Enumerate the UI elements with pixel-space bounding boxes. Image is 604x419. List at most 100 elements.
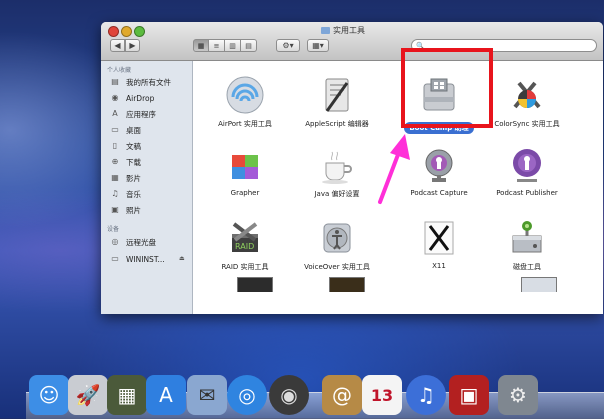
folder-icon	[321, 27, 330, 34]
app-label: Java 偏好设置	[314, 190, 360, 198]
directory-utility-icon[interactable]	[521, 277, 557, 292]
list-view-button[interactable]: ≡	[209, 39, 225, 52]
itunes-icon[interactable]: ♫	[406, 375, 446, 415]
sidebar-item-desktop[interactable]: ▭ 桌面	[110, 123, 141, 137]
app-label: X11	[432, 262, 446, 270]
arrow-annotation	[378, 134, 410, 204]
colorsync-icon	[507, 75, 547, 115]
app-label: ColorSync 实用工具	[494, 120, 560, 128]
icon-view-button[interactable]: ▦	[193, 39, 209, 52]
sidebar-item-documents[interactable]: ▯ 文稿	[110, 139, 141, 153]
app-label: 磁盘工具	[513, 263, 541, 271]
console-icon[interactable]	[329, 277, 365, 292]
sidebar-item-photos[interactable]: ▣ 照片	[110, 203, 141, 217]
forward-button[interactable]: ▶	[125, 39, 140, 52]
app-label: AirPort 实用工具	[218, 120, 272, 128]
app-podcast-publisher[interactable]: Podcast Publisher	[479, 145, 575, 197]
app-store-icon[interactable]: A	[146, 375, 186, 415]
svg-text:RAID: RAID	[235, 242, 254, 251]
view-mode-segmented-control: ▦ ≡ ▥ ▤	[193, 39, 257, 52]
sidebar-item-label: 我的所有文件	[126, 77, 171, 87]
drive-icon: ▭	[111, 254, 119, 263]
airdrop-icon: ◉	[111, 93, 119, 102]
sidebar-item-downloads[interactable]: ⊕ 下载	[110, 155, 141, 169]
app-voiceover[interactable]: VoiceOver 实用工具	[289, 218, 385, 272]
disk-utility-icon	[507, 218, 547, 258]
sidebar-item-all-files[interactable]: ▤ 我的所有文件	[110, 75, 171, 89]
sidebar-item-label: 桌面	[126, 125, 141, 135]
preview-icon[interactable]: ✉	[187, 375, 227, 415]
remote-disc-icon: ◎	[111, 237, 119, 246]
finder-window: 实用工具 ◀ ▶ ▦ ≡ ▥ ▤ ⚙▾ ▦▾ 🔍 个人收藏 ▤ 我的所有文件 ◉ Ai…	[101, 22, 603, 314]
documents-icon: ▯	[112, 141, 118, 150]
desktop-icon: ▭	[111, 125, 119, 134]
applescript-editor-icon	[317, 75, 357, 115]
grapher-icon	[225, 145, 265, 185]
sidebar-item-label: 下载	[126, 157, 141, 167]
cover-flow-view-button[interactable]: ▤	[241, 39, 257, 52]
applications-icon: A	[112, 109, 118, 118]
sidebar-item-label: 影片	[126, 173, 141, 183]
sidebar-item-label: WININST...	[126, 254, 165, 264]
app-applescript-editor[interactable]: AppleScript 编辑器	[289, 75, 385, 129]
back-button[interactable]: ◀	[110, 39, 125, 52]
launchpad-icon[interactable]: 🚀	[68, 375, 108, 415]
minimize-window-button[interactable]	[121, 26, 132, 37]
finder-icon[interactable]: ☺	[29, 375, 69, 415]
sidebar-item-movies[interactable]: ▦ 影片	[110, 171, 141, 185]
sidebar-item-label: 音乐	[126, 189, 141, 199]
app-label: RAID 实用工具	[221, 263, 269, 271]
favorites-header: 个人收藏	[107, 67, 132, 74]
all-files-icon: ▤	[111, 77, 119, 86]
sidebar-item-airdrop[interactable]: ◉ AirDrop	[110, 91, 155, 105]
eject-icon[interactable]: ⏏	[179, 255, 185, 262]
zoom-window-button[interactable]	[134, 26, 145, 37]
sidebar-item-label: 文稿	[126, 141, 141, 151]
app-disk-utility[interactable]: 磁盘工具	[479, 218, 575, 272]
raid-utility-icon: RAID	[225, 218, 265, 258]
app-label: VoiceOver 实用工具	[304, 263, 370, 271]
music-icon: ♫	[111, 189, 119, 198]
photos-icon: ▣	[111, 205, 119, 214]
sidebar-item-label: 照片	[126, 205, 141, 215]
contacts-icon[interactable]: @	[322, 375, 362, 415]
app-raid-utility[interactable]: RAID RAID 实用工具	[197, 218, 293, 272]
app-label: AppleScript 编辑器	[305, 120, 369, 128]
java-icon	[317, 145, 357, 185]
app-colorsync[interactable]: ColorSync 实用工具	[479, 75, 575, 129]
sidebar-item-label: AirDrop	[126, 93, 155, 103]
action-menu-button[interactable]: ⚙▾	[276, 39, 300, 52]
sidebar: 个人收藏 ▤ 我的所有文件 ◉ AirDrop A 应用程序 ▭ 桌面 ▯ 文稿 ⊕ 下载 ▦ 影片 ♫ 音乐…	[101, 61, 193, 314]
sidebar-item-label: 应用程序	[126, 109, 156, 119]
app-label: Grapher	[230, 189, 260, 197]
podcast-capture-icon	[419, 145, 459, 185]
activity-monitor-icon[interactable]	[237, 277, 273, 292]
safari-icon[interactable]: ◎	[227, 375, 267, 415]
downloads-icon: ⊕	[111, 157, 119, 166]
window-title: 实用工具	[321, 25, 365, 36]
arrange-menu-button[interactable]: ▦▾	[307, 39, 329, 52]
toolbar: 实用工具 ◀ ▶ ▦ ≡ ▥ ▤ ⚙▾ ▦▾ 🔍	[101, 22, 603, 61]
movies-icon: ▦	[111, 173, 119, 182]
sidebar-item-drive[interactable]: ▭ WININST...	[110, 252, 165, 266]
mission-control-icon[interactable]: ▦	[107, 375, 147, 415]
highlight-box	[401, 48, 493, 128]
sidebar-item-label: 远程光盘	[126, 237, 156, 247]
system-preferences-icon[interactable]: ⚙	[498, 375, 538, 415]
voiceover-icon	[317, 218, 357, 258]
app-label: Podcast Publisher	[496, 189, 558, 197]
column-view-button[interactable]: ▥	[225, 39, 241, 52]
photo-booth-icon[interactable]: ▣	[449, 375, 489, 415]
sidebar-item-music[interactable]: ♫ 音乐	[110, 187, 141, 201]
app-grapher[interactable]: Grapher	[197, 145, 293, 197]
sidebar-item-remote-disc[interactable]: ◎ 远程光盘	[110, 235, 157, 249]
facetime-icon[interactable]: ◉	[269, 375, 309, 415]
app-java[interactable]: Java 偏好设置	[289, 145, 385, 199]
app-x11[interactable]: X11	[391, 218, 487, 270]
sidebar-item-applications[interactable]: A 应用程序	[110, 107, 156, 121]
close-window-button[interactable]	[108, 26, 119, 37]
app-airport-utility[interactable]: AirPort 实用工具	[197, 75, 293, 129]
x11-icon	[419, 218, 459, 258]
devices-header: 设备	[107, 226, 120, 233]
calendar-icon[interactable]: 13	[362, 375, 402, 415]
